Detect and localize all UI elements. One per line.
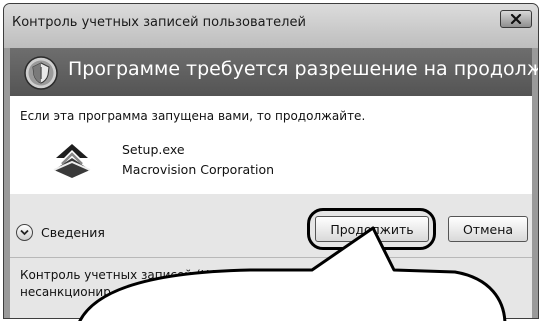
uac-info-line-2: несанкционир xyxy=(20,285,111,299)
continue-button[interactable]: Продолжить xyxy=(315,216,429,242)
program-info: Если эта программа запущена вами, то про… xyxy=(10,96,532,194)
setup-program-icon xyxy=(53,144,91,178)
details-label: Сведения xyxy=(41,225,105,240)
window-title: Контроль учетных записей пользователей xyxy=(12,15,306,30)
program-name: Setup.exe xyxy=(122,142,185,157)
details-expander xyxy=(16,224,33,241)
banner-heading: Программе требуется разрешение на продол… xyxy=(68,58,538,80)
uac-dialog-window: Контроль учетных записей пользователей П… xyxy=(3,3,539,319)
chevron-down-icon xyxy=(20,229,29,236)
prompt-text: Если эта программа запущена вами, то про… xyxy=(20,109,366,123)
dialog-footer: Сведения Продолжить Отмена Контроль учет… xyxy=(10,194,532,318)
title-bar: Контроль учетных записей пользователей xyxy=(4,4,538,48)
cancel-button[interactable]: Отмена xyxy=(448,216,528,242)
uac-info-line-1: Контроль учетных записей (UAC) помогает … xyxy=(20,268,369,282)
close-icon xyxy=(510,14,522,24)
details-toggle[interactable]: Сведения xyxy=(16,224,105,241)
program-vendor: Macrovision Corporation xyxy=(122,162,275,177)
uac-shield-icon xyxy=(24,56,58,90)
permission-banner: Программе требуется разрешение на продол… xyxy=(10,48,538,96)
footer-divider xyxy=(10,257,532,258)
uac-info-text: Контроль учетных записей (UAC) помогает … xyxy=(20,267,440,301)
close-button[interactable] xyxy=(500,10,532,28)
